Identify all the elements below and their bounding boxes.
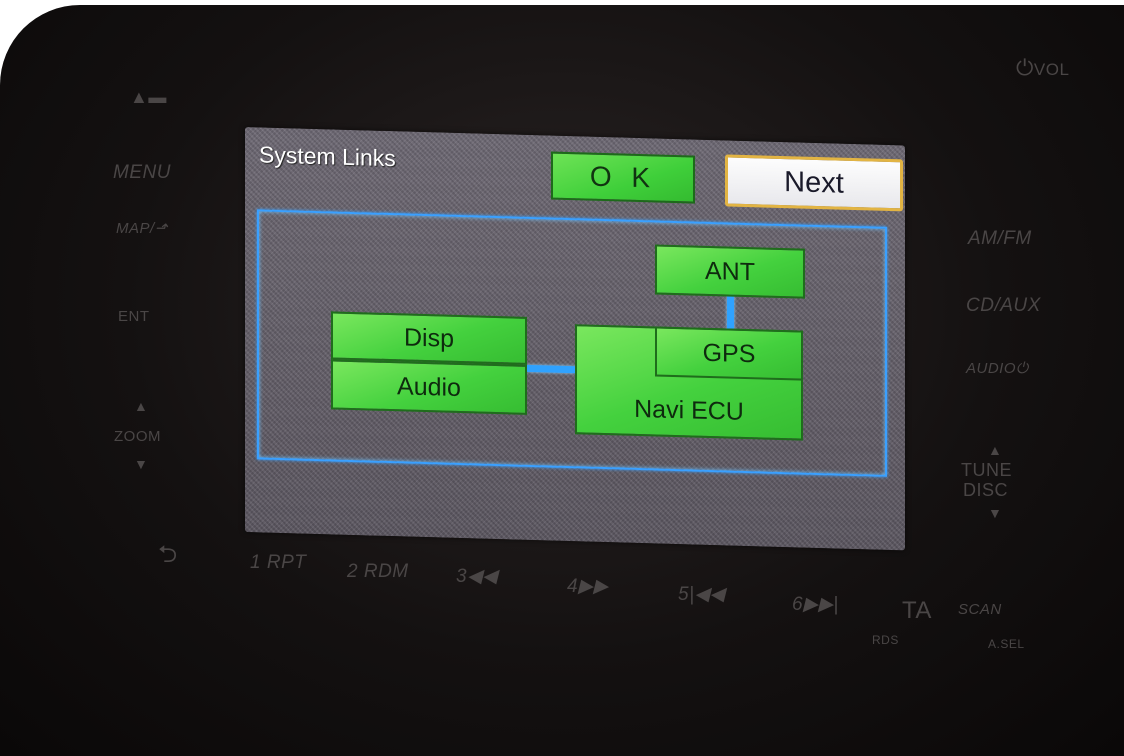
audio-icon: ⏻ [1016, 360, 1029, 377]
zoom-down-icon[interactable]: ▼ [134, 456, 148, 472]
preset-5-label: 5 [678, 584, 690, 605]
ant-gps-link [727, 294, 734, 333]
map-button[interactable]: MAP/⬏ [116, 219, 168, 237]
disc-button[interactable]: DISC [963, 480, 1008, 501]
audio-button[interactable]: AUDIO⏻ [966, 360, 1028, 377]
skip-forward-icon: ▶▶| [803, 594, 839, 615]
audio-navi-link [527, 364, 575, 374]
preset-6-label: 6 [792, 594, 804, 615]
ent-button[interactable]: ENT [118, 308, 150, 325]
node-audio[interactable]: Audio [331, 359, 527, 415]
map-label: MAP/ [116, 220, 155, 237]
node-disp[interactable]: Disp [331, 311, 527, 365]
preset-6-button[interactable]: 6▶▶| [792, 593, 839, 616]
lcd-screen: System Links O K Next ANT Navi ECU GPS D… [245, 127, 905, 551]
preset-3-button[interactable]: 3◀◀ [456, 565, 497, 588]
vol-label: VOL [1033, 60, 1070, 79]
system-links-diagram: ANT Navi ECU GPS Disp Audio [257, 209, 887, 477]
map-arrow-icon: ⬏ [154, 220, 168, 237]
ta-button[interactable]: TA [902, 597, 932, 625]
power-icon: ⏻ [1016, 55, 1034, 80]
asel-label: A.SEL [988, 637, 1025, 651]
fast-forward-icon: ▶▶ [578, 576, 609, 597]
tune-button[interactable]: TUNE [961, 460, 1012, 481]
node-gps[interactable]: GPS [655, 326, 803, 381]
rewind-icon: ◀◀ [467, 566, 498, 587]
scan-button[interactable]: SCAN [958, 601, 1002, 618]
skip-back-icon: |◀◀ [689, 584, 725, 605]
back-arrow-icon[interactable]: ⮌ [158, 537, 178, 578]
preset-2-button[interactable]: 2 RDM [347, 561, 409, 583]
tune-up-icon[interactable]: ▲ [988, 442, 1002, 458]
zoom-button[interactable]: ZOOM [114, 428, 161, 445]
menu-button[interactable]: MENU [113, 162, 171, 184]
zoom-up-icon[interactable]: ▲ [134, 398, 148, 414]
cd-aux-button[interactable]: CD/AUX [966, 295, 1041, 317]
ok-button[interactable]: O K [551, 151, 695, 204]
power-volume-knob[interactable]: ⏻VOL [1016, 55, 1069, 81]
tune-down-icon[interactable]: ▼ [988, 505, 1002, 521]
preset-5-button[interactable]: 5|◀◀ [678, 583, 725, 606]
rds-label: RDS [872, 633, 899, 647]
preset-4-label: 4 [567, 576, 579, 597]
preset-4-button[interactable]: 4▶▶ [567, 575, 608, 598]
node-ant[interactable]: ANT [655, 244, 805, 299]
preset-3-label: 3 [456, 566, 468, 587]
screen-title: System Links [259, 141, 396, 172]
head-unit-bezel: ▲▬ MENU MAP/⬏ ENT ▲ ZOOM ▼ ⏻VOL AM/FM CD… [0, 5, 1124, 756]
navi-ecu-label: Navi ECU [634, 394, 744, 426]
preset-1-button[interactable]: 1 RPT [250, 552, 306, 574]
eject-icon[interactable]: ▲▬ [130, 87, 167, 108]
audio-label: AUDIO [966, 360, 1017, 377]
am-fm-button[interactable]: AM/FM [968, 228, 1032, 250]
next-button[interactable]: Next [725, 154, 903, 212]
